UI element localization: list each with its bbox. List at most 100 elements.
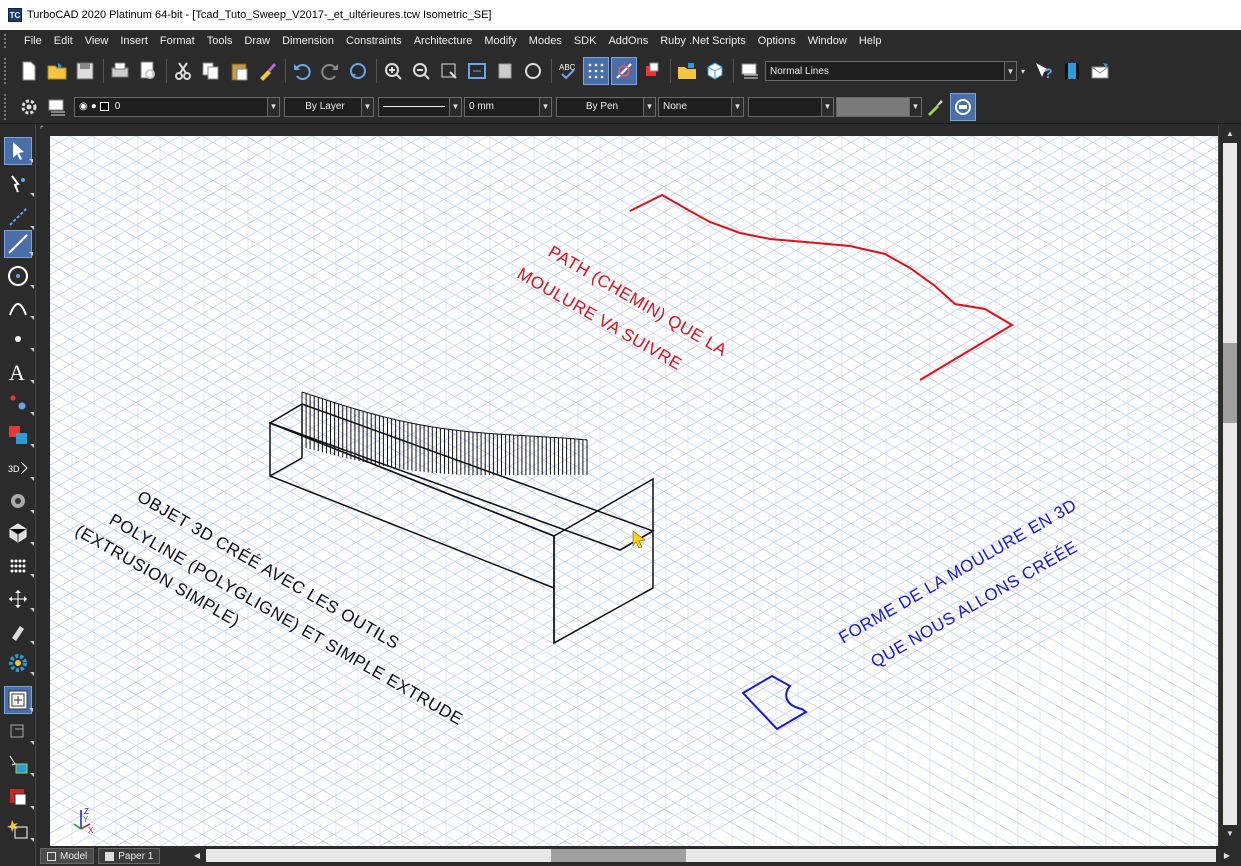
redraw-button[interactable] — [345, 57, 371, 85]
point-edit-tool-button[interactable] — [4, 170, 34, 198]
format-painter-button[interactable] — [254, 57, 280, 85]
arc-tool-button[interactable] — [4, 293, 34, 321]
menu-dimension[interactable]: Dimension — [276, 30, 340, 52]
menu-view[interactable]: View — [79, 30, 115, 52]
settings-button[interactable] — [16, 93, 42, 121]
spell-check-button[interactable]: ABC — [555, 57, 581, 85]
line-style-select[interactable]: Normal Lines ▼ — [765, 61, 1017, 81]
render-button[interactable] — [702, 57, 728, 85]
help-button[interactable]: ? — [1031, 57, 1057, 85]
line-style-button[interactable] — [737, 57, 763, 85]
drawing-line-tool-button[interactable] — [4, 203, 34, 231]
menu-window[interactable]: Window — [802, 30, 853, 52]
dropdown-toggle-button[interactable]: ▾ — [1017, 57, 1029, 85]
fill-select[interactable]: None ▼ — [658, 96, 744, 117]
cut-button[interactable] — [170, 57, 196, 85]
vertical-scrollbar[interactable]: ▲ ▼ — [1218, 125, 1241, 846]
scroll-down-arrow-icon[interactable]: ▼ — [1223, 829, 1237, 841]
save-button[interactable] — [72, 57, 98, 85]
pattern-color-select[interactable]: ▼ — [836, 96, 922, 117]
menu-help[interactable]: Help — [853, 30, 888, 52]
copy-button[interactable] — [198, 57, 224, 85]
zoom-extents-button[interactable] — [464, 57, 490, 85]
drawing-area[interactable]: Z X Y PATH (CHEMIN) QUE LA MOULURE VA SU… — [50, 136, 1218, 846]
3d-tool-button[interactable]: 3D — [4, 454, 34, 482]
move-tool-button[interactable] — [4, 585, 34, 613]
scroll-left-arrow-icon[interactable]: ◀ — [191, 849, 203, 862]
solid-tool-button[interactable] — [4, 519, 34, 547]
circle-tool-button[interactable] — [4, 262, 34, 290]
menu-constraints[interactable]: Constraints — [340, 30, 408, 52]
pattern-select[interactable]: ▼ — [748, 96, 834, 117]
zoom-window-button[interactable] — [436, 57, 462, 85]
zoom-in-button[interactable] — [380, 57, 406, 85]
toolbar-grip[interactable] — [4, 58, 10, 84]
style-manager-button[interactable] — [950, 92, 976, 121]
horizontal-scroll-thumb[interactable] — [551, 849, 686, 862]
tab-paper-1[interactable]: Paper 1 — [98, 848, 161, 864]
print-preview-button[interactable] — [135, 57, 161, 85]
menu-addons[interactable]: AddOns — [602, 30, 654, 52]
thickness-select[interactable]: 0 mm ▼ — [464, 96, 552, 117]
video-tutorial-button[interactable] — [1059, 57, 1085, 85]
text-tool-button[interactable]: A — [4, 357, 34, 385]
zoom-previous-button[interactable] — [520, 57, 546, 85]
tab-model[interactable]: Model — [40, 848, 95, 864]
menu-tools[interactable]: Tools — [201, 30, 239, 52]
select-tool-button[interactable] — [4, 137, 33, 165]
new-file-button[interactable] — [16, 57, 42, 85]
dimension-tool-button[interactable] — [4, 718, 34, 746]
menu-modes[interactable]: Modes — [523, 30, 568, 52]
sphere-tool-button[interactable] — [4, 487, 34, 515]
paste-button[interactable] — [226, 57, 252, 85]
menu-architecture[interactable]: Architecture — [408, 30, 479, 52]
menu-file[interactable]: File — [18, 30, 48, 52]
print-button[interactable] — [107, 57, 133, 85]
undo-button[interactable] — [289, 57, 315, 85]
insert-tool-button[interactable] — [4, 750, 34, 778]
menu-format[interactable]: Format — [154, 30, 201, 52]
drawing-canvas[interactable]: Z X Y PATH (CHEMIN) QUE LA MOULURE VA SU… — [50, 136, 1218, 846]
scroll-track[interactable] — [1223, 143, 1237, 825]
scroll-right-arrow-icon[interactable]: ▶ — [1221, 849, 1233, 862]
pen-select[interactable]: By Pen ▼ — [556, 96, 656, 117]
color-select[interactable]: By Layer ▼ — [284, 96, 374, 117]
design-director-button[interactable] — [674, 57, 700, 85]
layer-select[interactable]: ◉ ● 0 ▼ — [74, 96, 280, 117]
layers-button[interactable] — [639, 57, 665, 85]
menu-edit[interactable]: Edit — [48, 30, 79, 52]
array-tool-button[interactable] — [4, 551, 34, 579]
menu-sdk[interactable]: SDK — [568, 30, 603, 52]
menu-insert[interactable]: Insert — [114, 30, 154, 52]
scroll-up-arrow-icon[interactable]: ▲ — [1223, 129, 1237, 141]
flyout-indicator-icon — [30, 193, 34, 197]
open-file-button[interactable] — [44, 57, 70, 85]
new-viewport-tool-button[interactable] — [4, 815, 34, 843]
scroll-thumb[interactable] — [1223, 343, 1237, 423]
menubar-grip[interactable] — [4, 34, 12, 48]
zoom-out-button[interactable] — [408, 57, 434, 85]
layer-manager-button[interactable] — [44, 93, 70, 121]
zoom-page-button[interactable] — [492, 57, 518, 85]
menu-ruby-net-scripts[interactable]: Ruby .Net Scripts — [654, 30, 752, 52]
line-tool-button[interactable] — [4, 230, 33, 258]
menu-options[interactable]: Options — [752, 30, 802, 52]
viewport-tool-button[interactable] — [4, 686, 33, 714]
modify-tool-button[interactable] — [4, 389, 34, 417]
transform-tool-button[interactable] — [4, 421, 34, 449]
settings-tool-button[interactable] — [4, 649, 34, 677]
grid-toggle-button[interactable] — [583, 57, 609, 85]
redo-button[interactable] — [317, 57, 343, 85]
block-tool-button[interactable] — [4, 783, 34, 811]
toolbar-grip[interactable] — [4, 93, 10, 120]
match-properties-button[interactable] — [922, 93, 948, 121]
eraser-tool-button[interactable] — [4, 618, 34, 646]
line-type-select[interactable]: ▼ — [378, 96, 462, 117]
horizontal-scrollbar[interactable] — [206, 849, 1216, 862]
menu-draw[interactable]: Draw — [238, 30, 276, 52]
send-email-button[interactable] — [1087, 57, 1113, 85]
profile-shape-outline[interactable] — [741, 674, 808, 731]
point-tool-button[interactable] — [4, 325, 34, 353]
snap-toggle-button[interactable] — [611, 57, 637, 85]
menu-modify[interactable]: Modify — [478, 30, 522, 52]
